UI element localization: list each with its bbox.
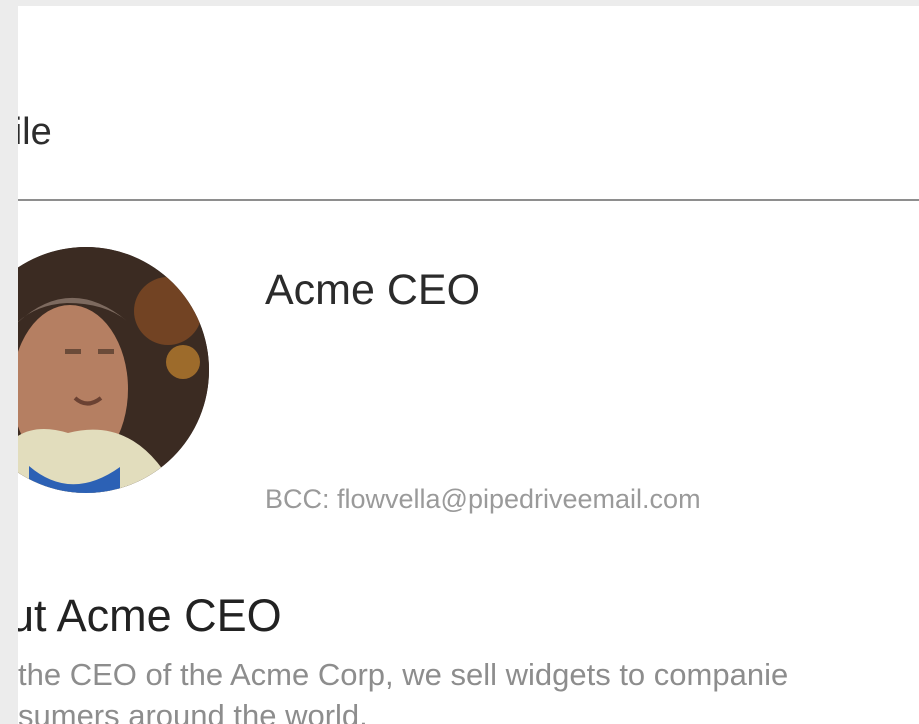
title-divider [18,199,919,201]
avatar [18,247,209,493]
avatar-photo [18,247,209,493]
profile-panel: ofile Acme CEO BCC: flowvella@pipedrivee… [18,6,919,724]
about-line: the CEO of the Acme Corp, we sell widget… [18,657,789,692]
about-line: sumers around the world. [18,698,368,724]
about-text: the CEO of the Acme Corp, we sell widget… [18,654,919,724]
about-heading: out Acme CEO [18,590,282,641]
bcc-email[interactable]: BCC: flowvella@pipedriveemail.com [265,482,701,516]
page-title: ofile [18,111,52,153]
screen: ofile Acme CEO BCC: flowvella@pipedrivee… [0,0,919,724]
profile-name: Acme CEO [265,266,481,314]
